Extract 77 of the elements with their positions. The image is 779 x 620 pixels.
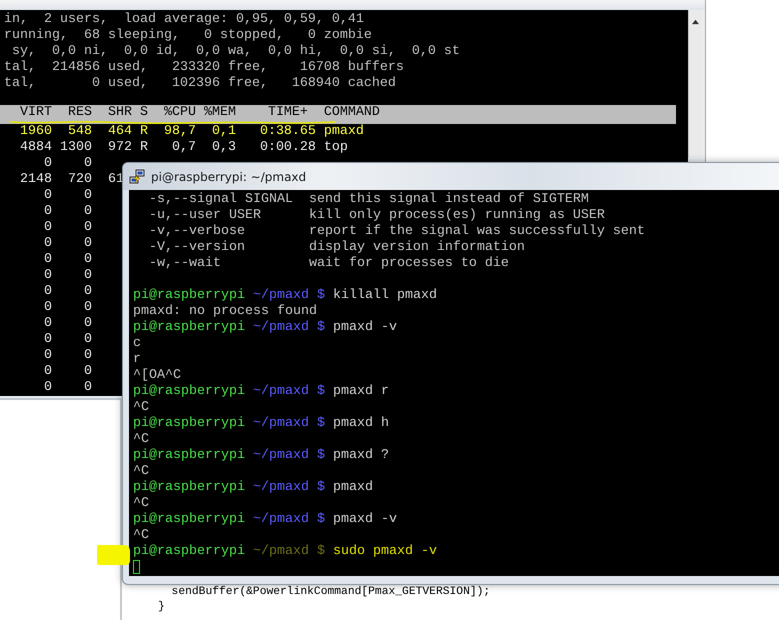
process-row-text: 0 0 bbox=[42, 348, 92, 363]
terminal-line: ^C bbox=[133, 496, 149, 511]
code-line: sendBuffer(&PowerlinkCommand[Pmax_GETVERSION]); bbox=[170, 586, 490, 598]
process-row-text: 0 0 bbox=[42, 220, 92, 235]
prompt-symbol: $ bbox=[316, 512, 325, 527]
prompt-path: ~/pmaxd bbox=[252, 288, 309, 303]
terminal-line: pmaxd: no process found bbox=[133, 304, 317, 319]
column-headers: VIRT RES SHR S %CPU %MEM TIME+ COMMAND bbox=[18, 105, 380, 120]
prompt-symbol: $ bbox=[316, 448, 325, 463]
prompt-path: ~/pmaxd bbox=[252, 480, 309, 495]
command-text: pmaxd ? bbox=[332, 448, 389, 463]
prompt-symbol: $ bbox=[316, 480, 325, 495]
command-text: sudo pmaxd -v bbox=[332, 544, 437, 559]
terminal-line: ^C bbox=[133, 528, 149, 543]
prompt-path: ~/pmaxd bbox=[252, 448, 309, 463]
prompt-symbol: $ bbox=[316, 544, 325, 559]
terminal-line: sy, 0,0 ni, 0,0 id, 0,0 wa, 0,0 hi, 0,0 si, 0,0 st bbox=[10, 44, 460, 59]
prompt-path: ~/pmaxd bbox=[252, 544, 309, 559]
terminal-line: -s,--signal SIGNAL send this signal instead of SIGTERM bbox=[148, 192, 589, 207]
process-row-text: 0 0 bbox=[42, 236, 92, 251]
prompt-user: pi@raspberrypi bbox=[133, 544, 245, 559]
process-row-text: 0 0 bbox=[42, 188, 92, 203]
command-text: pmaxd h bbox=[332, 416, 389, 431]
process-row-text: 0 0 bbox=[42, 204, 92, 219]
process-row-text: 1960 548 464 R 98,7 0,1 0:38.65 pmaxd bbox=[18, 124, 364, 139]
terminal-line: -V,--version display version information bbox=[148, 240, 525, 255]
prompt-path: ~/pmaxd bbox=[252, 416, 309, 431]
terminal-line: ^[OA^C bbox=[133, 368, 181, 383]
process-row-text: 0 0 bbox=[42, 156, 92, 171]
prompt-symbol: $ bbox=[316, 288, 325, 303]
scroll-up-icon[interactable] bbox=[690, 18, 700, 25]
terminal-line: running, 68 sleeping, 0 stopped, 0 zombie bbox=[4, 28, 372, 43]
scrollbar[interactable] bbox=[688, 10, 701, 158]
process-row-text: 4884 1300 972 R 0,7 0,3 0:00.28 top bbox=[18, 140, 348, 155]
prompt-user: pi@raspberrypi bbox=[133, 480, 245, 495]
prompt-user: pi@raspberrypi bbox=[133, 512, 245, 527]
process-row-text: 0 0 bbox=[42, 380, 92, 395]
prompt-user: pi@raspberrypi bbox=[133, 384, 245, 399]
command-text: pmaxd -v bbox=[332, 512, 397, 527]
prompt-symbol: $ bbox=[316, 384, 325, 399]
terminal-line: tal, 0 used, 102396 free, 168940 cached bbox=[4, 76, 396, 91]
computer-icon bbox=[129, 168, 145, 184]
terminal-line: c bbox=[133, 336, 141, 351]
window-title: pi@raspberrypi: ~/pmaxd bbox=[151, 170, 306, 184]
prompt-user: pi@raspberrypi bbox=[133, 448, 245, 463]
process-row-text: 0 0 bbox=[42, 284, 92, 299]
terminal-line: in, 2 users, load average: 0,95, 0,59, 0,41 bbox=[4, 12, 364, 27]
command-text: pmaxd -v bbox=[332, 320, 397, 335]
code-line: } bbox=[158, 601, 165, 613]
prompt-path: ~/pmaxd bbox=[252, 320, 309, 335]
prompt-symbol: $ bbox=[316, 416, 325, 431]
process-row-text: 0 0 bbox=[42, 268, 92, 283]
terminal-line: -v,--verbose report if the signal was successfully sent bbox=[148, 224, 645, 239]
process-row-text: 0 0 bbox=[42, 364, 92, 379]
text-cursor bbox=[133, 560, 140, 574]
process-row-text: 0 0 bbox=[42, 332, 92, 347]
prompt-user: pi@raspberrypi bbox=[133, 416, 245, 431]
terminal-line: -w,--wait wait for processes to die bbox=[148, 256, 509, 271]
prompt-user: pi@raspberrypi bbox=[133, 320, 245, 335]
process-row-text: 0 0 bbox=[42, 316, 92, 331]
terminal-line: r bbox=[133, 352, 141, 367]
command-text: pmaxd r bbox=[332, 384, 389, 399]
highlight-mark bbox=[97, 545, 130, 565]
terminal-line: tal, 214856 used, 233320 free, 16708 buffers bbox=[4, 60, 404, 75]
process-row-text: 0 0 bbox=[42, 300, 92, 315]
terminal-line: ^C bbox=[133, 400, 149, 415]
terminal-line: ^C bbox=[133, 464, 149, 479]
command-text: pmaxd bbox=[332, 480, 373, 495]
command-text: killall pmaxd bbox=[332, 288, 437, 303]
prompt-path: ~/pmaxd bbox=[252, 384, 309, 399]
terminal-line: ^C bbox=[133, 432, 149, 447]
process-row-text: 0 0 bbox=[42, 252, 92, 267]
terminal-line: -u,--user USER kill only process(es) running as USER bbox=[148, 208, 605, 223]
prompt-symbol: $ bbox=[316, 320, 325, 335]
prompt-path: ~/pmaxd bbox=[252, 512, 309, 527]
process-row-text: 2148 720 61 bbox=[18, 172, 124, 187]
prompt-user: pi@raspberrypi bbox=[133, 288, 245, 303]
